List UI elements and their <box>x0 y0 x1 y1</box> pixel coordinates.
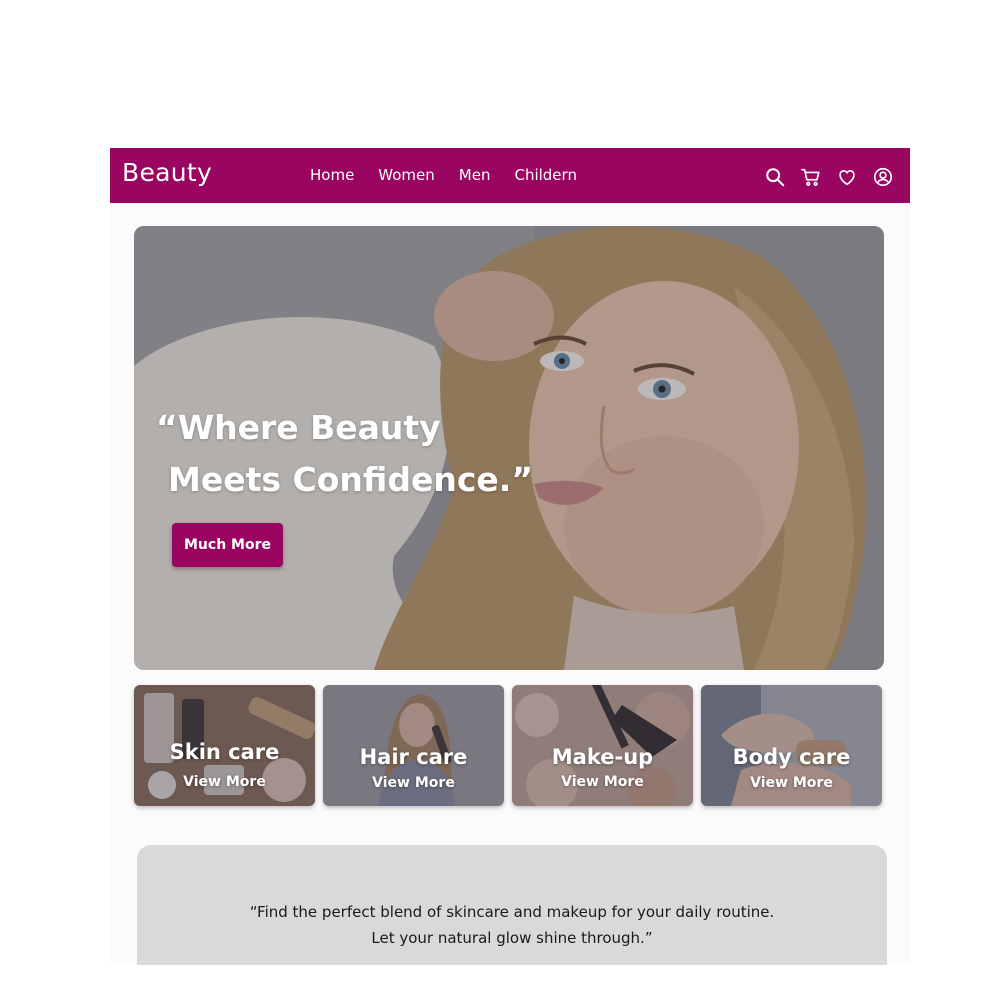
category-card-skin-care[interactable]: Skin care View More <box>134 685 315 806</box>
view-more-link[interactable]: View More <box>512 774 693 790</box>
hero-banner: “Where Beauty Meets Confidence.” Much Mo… <box>134 226 884 670</box>
category-card-make-up[interactable]: Make-up View More <box>512 685 693 806</box>
nav-icons <box>750 166 894 188</box>
card-title: Body care <box>732 745 851 769</box>
card-title: Skin care <box>169 740 280 764</box>
much-more-button[interactable]: Much More <box>172 523 283 567</box>
tagline-text: “Find the perfect blend of skincare and … <box>137 899 887 951</box>
nav-link-men[interactable]: Men <box>459 166 491 184</box>
page-frame: Beauty Home Women Men Childern “Where Be… <box>110 148 910 965</box>
hero-headline-line1: “Where Beauty <box>156 408 441 447</box>
cart-icon[interactable] <box>800 166 822 188</box>
nav-links: Home Women Men Childern <box>310 166 601 184</box>
view-more-link[interactable]: View More <box>701 775 882 791</box>
category-card-hair-care[interactable]: Hair care View More <box>323 685 504 806</box>
heart-icon[interactable] <box>836 166 858 188</box>
category-card-body-care[interactable]: Body care View More <box>701 685 882 806</box>
card-title: Make-up <box>551 745 654 769</box>
hero-headline: “Where Beauty Meets Confidence.” <box>156 402 533 506</box>
view-more-link[interactable]: View More <box>323 775 504 791</box>
tagline-line1: “Find the perfect blend of skincare and … <box>249 903 775 921</box>
nav-link-women[interactable]: Women <box>378 166 434 184</box>
search-icon[interactable] <box>764 166 786 188</box>
tagline-panel: “Find the perfect blend of skincare and … <box>137 845 887 965</box>
nav-link-home[interactable]: Home <box>310 166 354 184</box>
view-more-link[interactable]: View More <box>134 774 315 790</box>
user-icon[interactable] <box>872 166 894 188</box>
top-navbar: Beauty Home Women Men Childern <box>110 148 910 203</box>
tagline-line2: Let your natural glow shine through.” <box>371 929 653 947</box>
site-logo[interactable]: Beauty <box>122 158 212 187</box>
nav-link-childern[interactable]: Childern <box>514 166 576 184</box>
card-title: Hair care <box>359 745 468 769</box>
hero-headline-line2: Meets Confidence.” <box>168 460 534 499</box>
